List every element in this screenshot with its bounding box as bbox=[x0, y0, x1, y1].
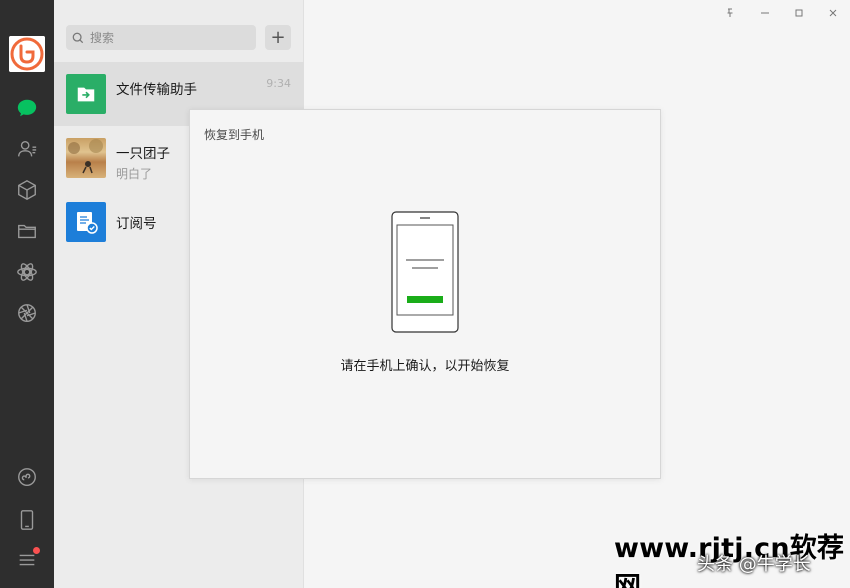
chat-name: 一只团子 bbox=[116, 146, 170, 162]
chat-name: 文件传输助手 bbox=[116, 82, 197, 98]
search-input[interactable]: 搜索 bbox=[66, 25, 256, 50]
dialog-title: 恢复到手机 bbox=[204, 128, 265, 142]
search-icon bbox=[72, 32, 84, 43]
folder-icon[interactable] bbox=[13, 217, 41, 245]
favorites-cube-icon[interactable] bbox=[13, 176, 41, 204]
moments-icon[interactable] bbox=[13, 258, 41, 286]
restore-to-phone-dialog: 恢复到手机 请在手机上确认，以开始恢复 bbox=[189, 109, 661, 479]
pin-icon[interactable] bbox=[719, 4, 741, 22]
left-sidebar bbox=[0, 0, 54, 588]
notification-dot bbox=[33, 547, 40, 554]
chat-time: 9:34 bbox=[266, 77, 291, 90]
contacts-icon[interactable] bbox=[13, 135, 41, 163]
channels-icon[interactable] bbox=[13, 299, 41, 327]
chat-icon[interactable] bbox=[13, 94, 41, 122]
maximize-icon[interactable] bbox=[788, 4, 810, 22]
minimize-icon[interactable] bbox=[754, 4, 776, 22]
mini-program-icon[interactable] bbox=[13, 463, 41, 491]
chat-name: 订阅号 bbox=[116, 216, 157, 232]
dialog-message: 请在手机上确认，以开始恢复 bbox=[340, 359, 510, 374]
close-icon[interactable] bbox=[822, 4, 844, 22]
avatar-logo-icon bbox=[9, 36, 45, 72]
chat-preview: 明白了 bbox=[116, 167, 153, 181]
search-placeholder: 搜索 bbox=[90, 31, 115, 45]
add-chat-button[interactable]: + bbox=[265, 25, 291, 50]
phone-illustration-icon bbox=[391, 211, 459, 333]
source-watermark: 头条 @牛学长 bbox=[697, 554, 811, 575]
plus-icon: + bbox=[270, 26, 286, 48]
file-transfer-icon bbox=[66, 74, 106, 114]
contact-avatar-photo bbox=[66, 138, 106, 178]
menu-icon[interactable] bbox=[13, 546, 41, 574]
subscription-icon bbox=[66, 202, 106, 242]
phone-icon[interactable] bbox=[13, 506, 41, 534]
user-avatar[interactable] bbox=[9, 36, 45, 72]
